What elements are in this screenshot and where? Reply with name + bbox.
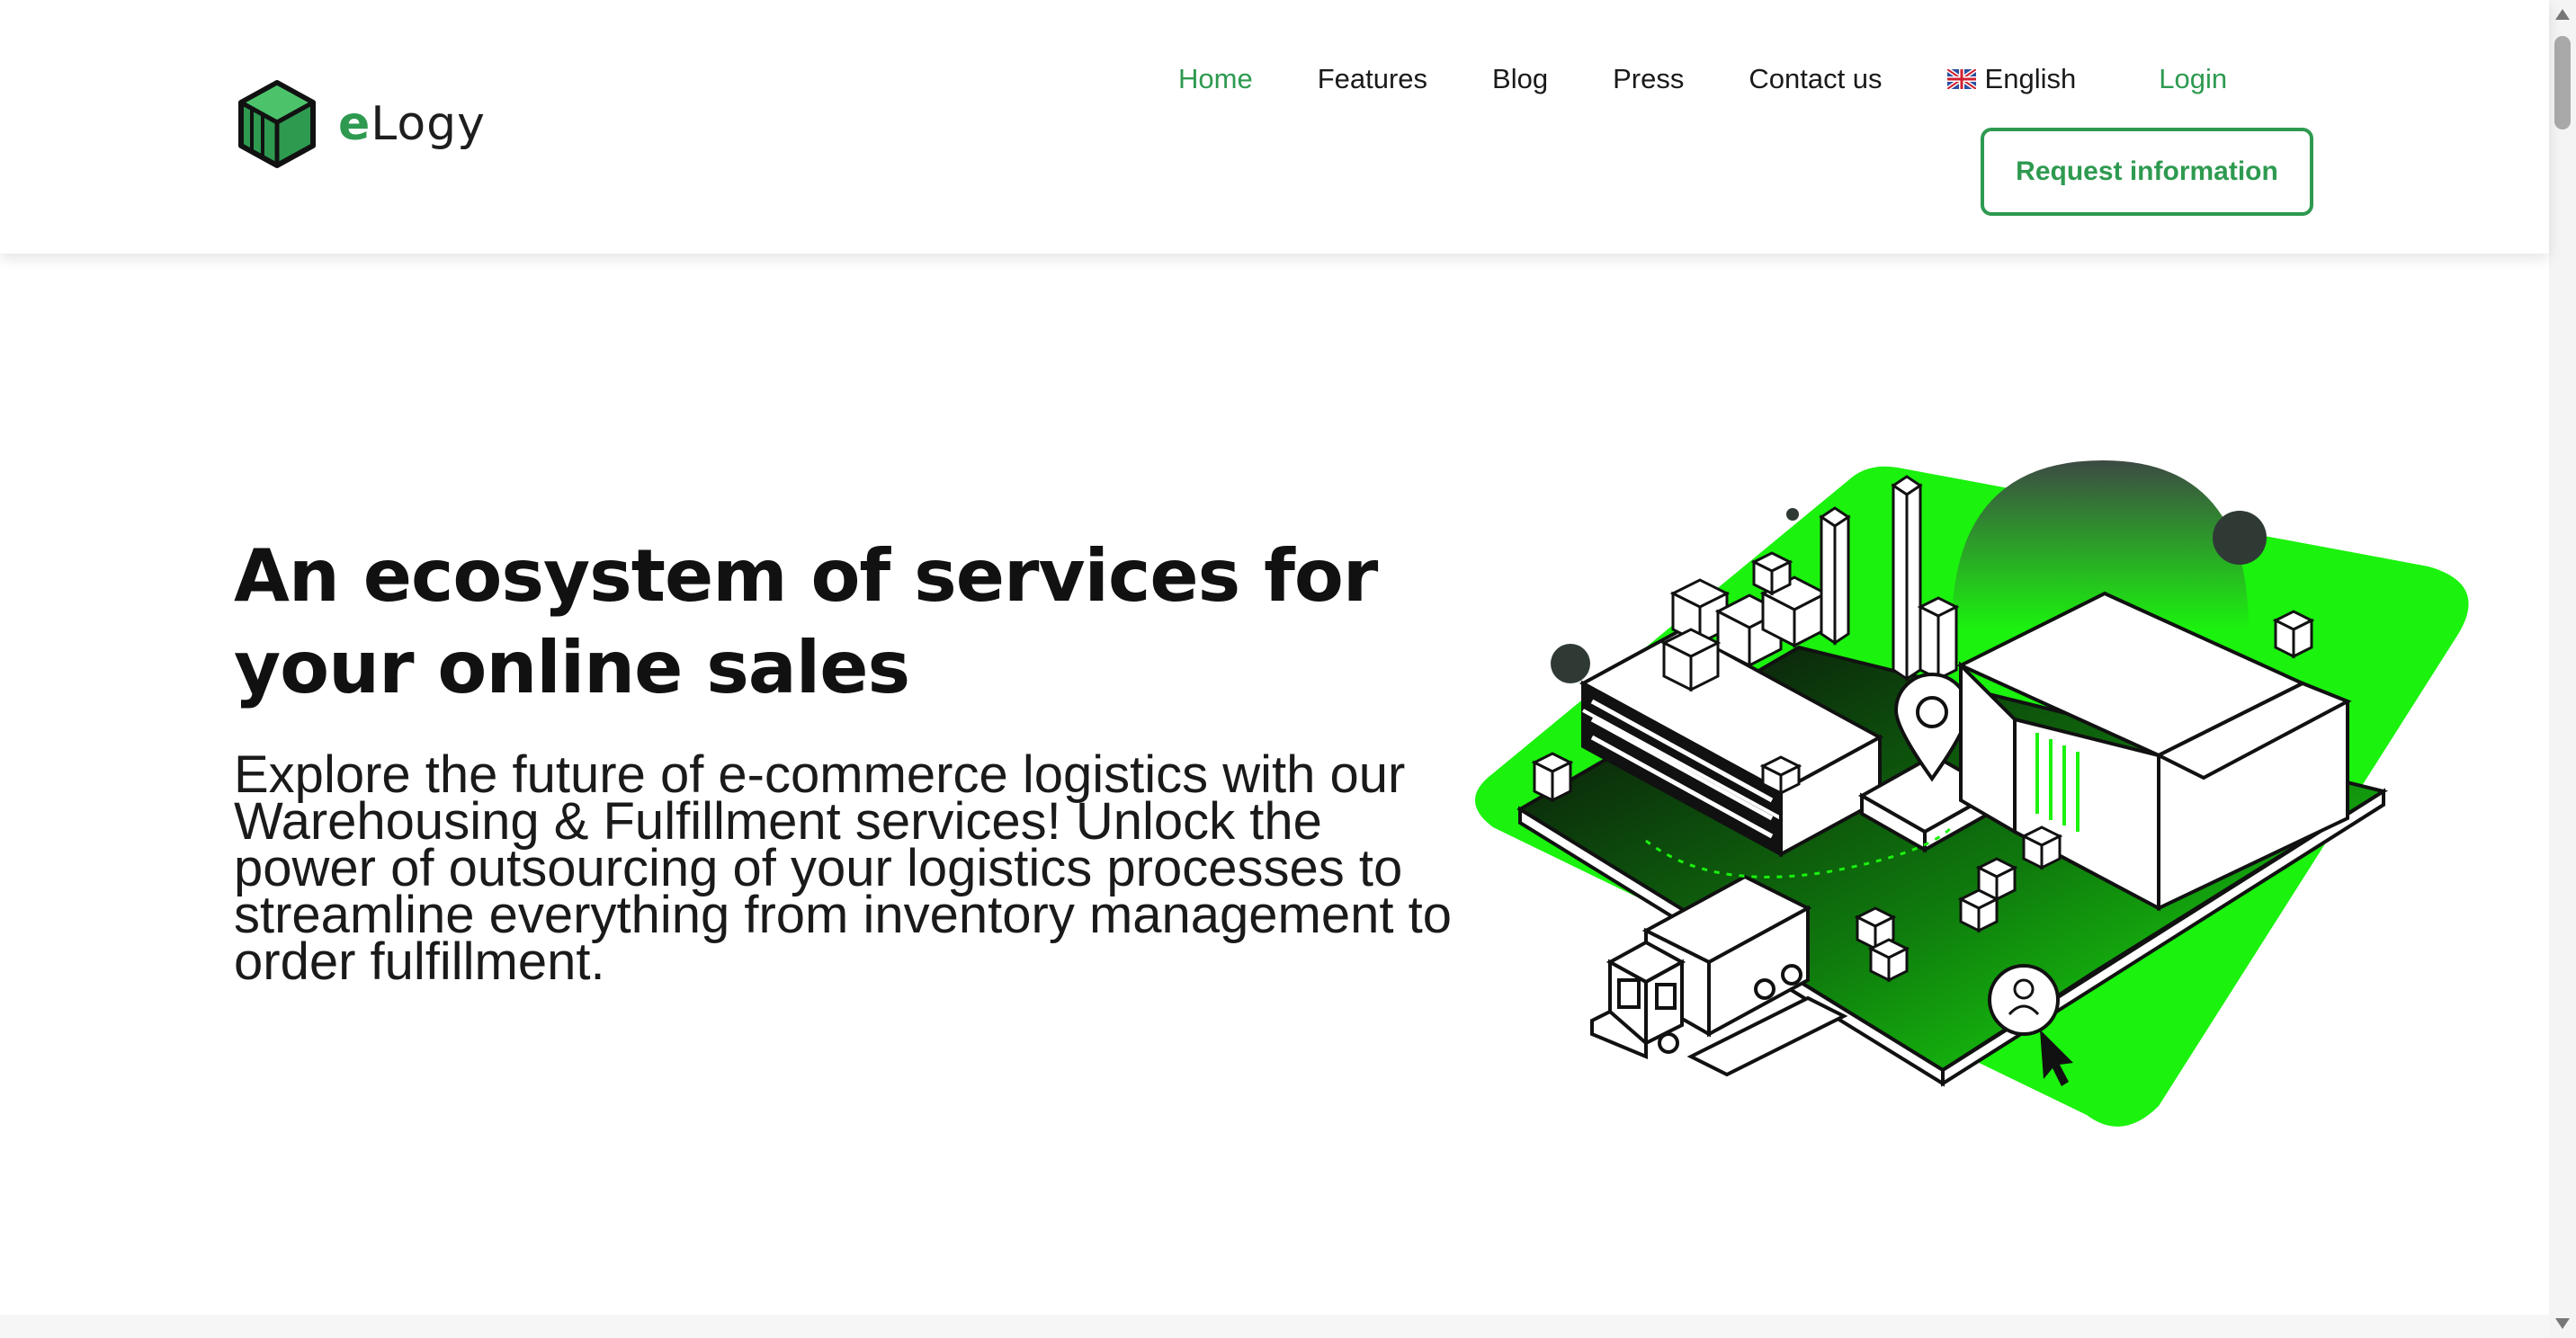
main-nav: Home Features Blog Press Contact us Engl… [1178,63,2227,95]
page: eLogy Home Features Blog Press Contact u… [0,0,2576,1338]
uk-flag-icon [1946,69,1976,89]
nav-contact[interactable]: Contact us [1749,63,1882,95]
nav-press[interactable]: Press [1613,63,1684,95]
hero-description: Explore the future of e-commerce logisti… [234,745,1452,991]
logo-wordmark: eLogy [338,97,486,151]
next-section-edge [0,1315,2549,1338]
logo-wordmark-prefix: e [338,97,371,151]
vertical-scrollbar[interactable] [2549,0,2576,1338]
scroll-up-arrow-icon[interactable] [2555,9,2570,20]
isometric-warehouse-illustration [1475,460,2469,1127]
nav-home[interactable]: Home [1178,63,1253,95]
language-label: English [1984,63,2077,94]
box-logo-icon [238,80,316,168]
scrollbar-thumb[interactable] [2554,36,2571,129]
scroll-down-arrow-icon[interactable] [2555,1318,2570,1329]
nav-features[interactable]: Features [1318,63,1427,95]
site-header: eLogy Home Features Blog Press Contact u… [0,0,2549,254]
logo-link[interactable]: eLogy [236,79,486,169]
request-information-button[interactable]: Request information [1981,128,2313,216]
logo-wordmark-rest: Logy [371,97,486,151]
hero-title: An ecosystem of services for your online… [234,534,1378,709]
login-link[interactable]: Login [2159,63,2227,95]
nav-blog[interactable]: Blog [1492,63,1548,95]
language-selector[interactable]: English [1946,63,2077,95]
